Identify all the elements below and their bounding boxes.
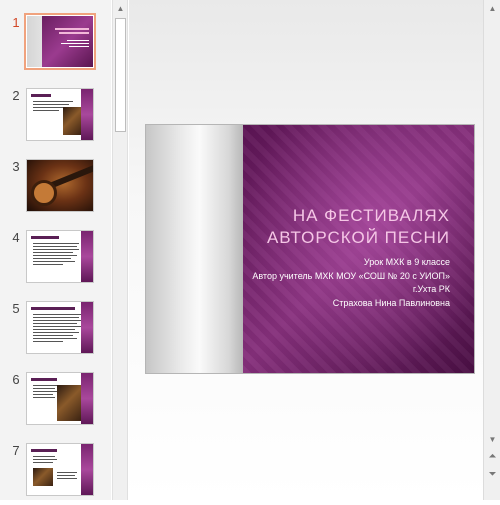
thumbnail-preview[interactable] [24, 13, 96, 70]
thumbnail-preview[interactable] [26, 88, 94, 141]
scroll-up-button[interactable]: ▲ [113, 0, 128, 16]
triangle-up-icon: ▲ [488, 3, 497, 13]
scrollbar-thumb[interactable] [115, 18, 126, 132]
slide-subtitle-line-2[interactable]: Автор учитель МХК МОУ «СОШ № 20 с УИОП» … [230, 270, 450, 296]
slide-number: 6 [12, 372, 20, 387]
slide-number: 4 [12, 230, 20, 245]
slide-thumbnail-2[interactable]: 2 [0, 88, 111, 150]
slide-silver-panel [146, 125, 243, 373]
next-slide-button[interactable]: ⏷ [485, 466, 500, 482]
thumbnail-preview[interactable] [26, 372, 94, 425]
slide-purple-panel [243, 125, 474, 373]
scroll-up-button[interactable]: ▲ [485, 0, 500, 16]
thumbnail-scrollbar[interactable]: ▲ [112, 0, 128, 500]
slide-number: 3 [12, 159, 20, 174]
slide-thumbnail-5[interactable]: 5 [0, 301, 111, 363]
slide-subtitle-line-3[interactable]: Страхова Нина Павлиновна [230, 297, 450, 310]
slide-thumbnail-4[interactable]: 4 [0, 230, 111, 292]
triangle-up-icon: ▲ [116, 3, 125, 13]
slide-number: 7 [12, 443, 20, 458]
current-slide[interactable]: НА ФЕСТИВАЛЯХ АВТОРСКОЙ ПЕСНИ Урок МХК в… [145, 124, 475, 374]
double-chevron-up-icon: ⏶ [488, 450, 497, 462]
slide-number: 1 [12, 15, 20, 30]
slide-thumbnail-7[interactable]: 7 [0, 443, 111, 505]
slide-subtitle-line-1[interactable]: Урок МХК в 9 классе [230, 256, 450, 269]
thumbnail-preview[interactable] [26, 301, 94, 354]
editor-scrollbar[interactable]: ▲ ▼ ⏶ ⏷ [483, 0, 500, 500]
scroll-down-button[interactable]: ▼ [485, 431, 500, 447]
thumbnail-preview[interactable] [26, 230, 94, 283]
slide-number: 2 [12, 88, 20, 103]
previous-slide-button[interactable]: ⏶ [485, 448, 500, 464]
thumbnail-preview[interactable] [26, 159, 94, 212]
slide-thumbnail-6[interactable]: 6 [0, 372, 111, 434]
thumbnail-preview[interactable] [26, 443, 94, 496]
slide-title[interactable]: НА ФЕСТИВАЛЯХ АВТОРСКОЙ ПЕСНИ [230, 205, 450, 249]
slide-thumbnail-3[interactable]: 3 [0, 159, 111, 221]
double-chevron-down-icon: ⏷ [488, 468, 497, 480]
slide-thumbnail-1[interactable]: 1 [0, 13, 111, 77]
slide-thumbnail-pane: 1 2 3 4 5 6 7 [0, 0, 111, 500]
slide-number: 5 [12, 301, 20, 316]
triangle-down-icon: ▼ [488, 434, 497, 444]
